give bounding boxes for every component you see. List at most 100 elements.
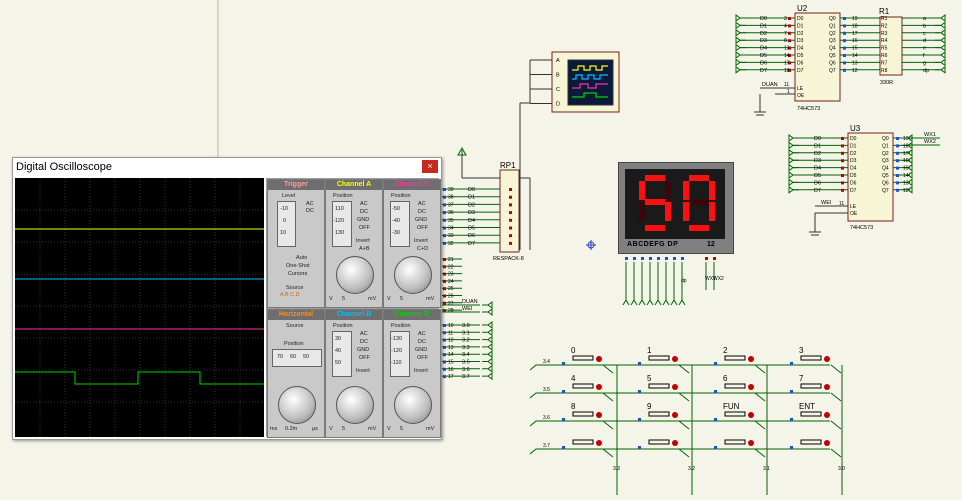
r1-value: 330R	[880, 80, 893, 86]
u3-pin-number: 18	[903, 143, 909, 149]
channel-d-section: Channel D Position -130 -120 -110 AC DC …	[383, 309, 441, 438]
segment	[645, 225, 665, 231]
channel-b-dc[interactable]: DC	[360, 339, 368, 345]
channel-c-scale-knob[interactable]	[394, 256, 432, 294]
keypad-button[interactable]	[648, 383, 678, 390]
channel-c-dc[interactable]: DC	[418, 209, 426, 215]
oscilloscope-screen[interactable]	[15, 178, 264, 437]
channel-d-off[interactable]: OFF	[417, 355, 428, 361]
wire	[649, 299, 654, 306]
keypad-button[interactable]	[724, 355, 754, 362]
u2-input-terminal	[735, 51, 746, 59]
scope-traces	[15, 178, 264, 437]
u2-pin-name: Q5	[829, 53, 836, 59]
keypad-button-dot	[824, 412, 830, 418]
r1-output-terminal	[935, 51, 946, 59]
keypad-button[interactable]	[800, 411, 830, 418]
pin-state	[443, 294, 446, 298]
channel-c-invert[interactable]: Invert	[414, 238, 428, 244]
channel-b-gnd[interactable]: GND	[357, 347, 369, 353]
oscilloscope-window[interactable]: Digital Oscilloscope × Trigger Level -10…	[12, 157, 442, 440]
one-shot-button[interactable]: One-Shot	[286, 263, 310, 269]
u2-pin-number: 14	[784, 53, 790, 59]
wire	[638, 299, 643, 306]
keypad-button[interactable]	[724, 411, 754, 418]
seven-segment-display[interactable]: ABCDEFG DP 12	[618, 162, 734, 254]
keypad-button[interactable]	[800, 439, 830, 446]
port3-terminal	[482, 372, 493, 381]
channel-b-invert[interactable]: Invert	[356, 368, 370, 374]
segment	[645, 175, 665, 181]
port3-net: 3.1	[462, 330, 470, 336]
keypad-button[interactable]	[572, 383, 602, 390]
channel-c-ac[interactable]: AC	[418, 201, 426, 207]
keypad-button[interactable]	[572, 355, 602, 362]
channel-a-ac[interactable]: AC	[360, 201, 368, 207]
channel-d-gnd[interactable]: GND	[415, 347, 427, 353]
channel-b-ac[interactable]: AC	[360, 331, 368, 337]
keypad-button[interactable]	[572, 439, 602, 446]
keypad-button[interactable]	[572, 411, 602, 418]
trigger-source-options[interactable]: A B C D	[280, 292, 300, 298]
keypad-button-cap	[648, 439, 670, 445]
pin-state	[443, 345, 446, 349]
pin-state	[443, 338, 446, 342]
port2-pin-number: 23	[448, 272, 454, 278]
keypad-row-terminal	[529, 448, 540, 455]
keypad-button[interactable]	[724, 439, 754, 446]
keypad-label: 1	[647, 346, 652, 355]
u3-input-net: D5	[814, 173, 821, 179]
rp1-net: D0	[468, 187, 475, 193]
channel-d-dc[interactable]: DC	[418, 339, 426, 345]
keypad-button-dot	[748, 440, 754, 446]
close-button[interactable]: ×	[422, 160, 438, 173]
pin-state	[790, 418, 793, 421]
keypad-button-dot	[748, 384, 754, 390]
timebase-knob[interactable]	[278, 386, 316, 424]
u3-wx2-net: WX2	[924, 139, 936, 145]
port0-pin-number: 34	[448, 226, 454, 232]
keypad-row-net: 3.7	[543, 443, 550, 449]
keypad-button[interactable]	[648, 439, 678, 446]
display-wx2: WX2	[713, 276, 724, 282]
u3-input-net: D3	[814, 158, 821, 164]
scope-probe-block[interactable]	[551, 51, 620, 113]
port3-pin-number: 14	[448, 352, 454, 358]
wire	[678, 364, 690, 374]
port3-net: 3.5	[462, 360, 470, 366]
keypad-button-cap	[572, 411, 594, 417]
segment-digits	[639, 175, 715, 231]
auto-button[interactable]: Auto	[296, 255, 307, 261]
channel-d-ac[interactable]: AC	[418, 331, 426, 337]
channel-a-mode[interactable]: A+B	[359, 246, 370, 252]
keypad-label: 4	[571, 374, 576, 383]
channel-c-gnd[interactable]: GND	[415, 217, 427, 223]
keypad-button[interactable]	[800, 383, 830, 390]
channel-a-pos-hi: 110	[335, 206, 344, 212]
channel-c-off[interactable]: OFF	[417, 225, 428, 231]
port3-pin-number: 15	[448, 360, 454, 366]
keypad-button[interactable]	[648, 355, 678, 362]
channel-c-mode[interactable]: C+D	[417, 246, 428, 252]
channel-d-invert[interactable]: Invert	[414, 368, 428, 374]
oscilloscope-controls: Trigger Level -10 0 10 AC DC Auto One-Sh…	[266, 178, 441, 438]
channel-a-scale-knob[interactable]	[336, 256, 374, 294]
u2-le-net: DUAN	[762, 82, 778, 88]
pin-state	[841, 159, 844, 163]
keypad-label: 7	[799, 374, 804, 383]
wire	[754, 364, 766, 374]
oscilloscope-titlebar[interactable]: Digital Oscilloscope ×	[13, 158, 441, 176]
horizontal-section: Horizontal Source Position 70 60 50 ms 0…	[267, 309, 325, 438]
channel-b-off[interactable]: OFF	[359, 355, 370, 361]
channel-a-dc[interactable]: DC	[360, 209, 368, 215]
rp1-resistor-pack[interactable]: RP1 RESPACK-8	[493, 161, 524, 262]
channel-a-gnd[interactable]: GND	[357, 217, 369, 223]
keypad-button[interactable]	[648, 411, 678, 418]
channel-a-off[interactable]: OFF	[359, 225, 370, 231]
cursors-button[interactable]: Cursors	[288, 271, 307, 277]
keypad-button[interactable]	[724, 383, 754, 390]
channel-d-scale-knob[interactable]	[394, 386, 432, 424]
keypad-button[interactable]	[800, 355, 830, 362]
channel-a-invert[interactable]: Invert	[356, 238, 370, 244]
channel-b-scale-knob[interactable]	[336, 386, 374, 424]
